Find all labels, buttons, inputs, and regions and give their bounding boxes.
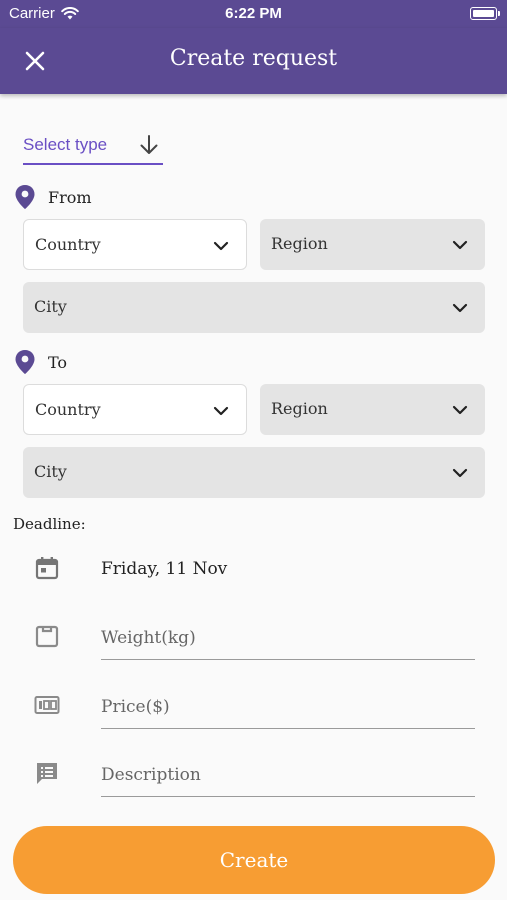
page-title: Create request — [169, 46, 338, 71]
deadline-label: Deadline: — [13, 515, 86, 533]
type-selector-label: Select type — [23, 135, 108, 154]
description-icon — [37, 763, 57, 784]
deadline-date[interactable]: Friday, 11 Nov — [101, 559, 227, 579]
from-city-dropdown[interactable]: City — [23, 282, 485, 333]
to-city-dropdown[interactable]: City — [23, 447, 485, 498]
to-label: To — [48, 352, 68, 372]
status-bar: Carrier 6:22 PM — [0, 0, 507, 28]
to-region-text: Region — [271, 399, 328, 418]
price-placeholder: Price($) — [101, 697, 170, 717]
description-placeholder: Description — [101, 765, 201, 785]
from-country-dropdown[interactable]: Country — [23, 219, 247, 270]
create-button[interactable]: Create — [13, 826, 495, 894]
from-country-text: Country — [35, 235, 101, 254]
weight-icon — [35, 625, 59, 648]
to-country-dropdown[interactable]: Country — [23, 384, 247, 435]
calendar-icon — [35, 557, 59, 580]
description-field[interactable]: Description — [101, 757, 475, 797]
type-selector[interactable]: Select type — [23, 130, 163, 165]
from-city-text: City — [34, 297, 67, 316]
status-time: 6:22 PM — [225, 5, 282, 22]
chevron-down-icon — [213, 406, 229, 416]
from-region-dropdown[interactable]: Region — [260, 219, 485, 270]
to-city-text: City — [34, 462, 67, 481]
weight-field[interactable]: Weight(kg) — [101, 620, 475, 660]
location-pin-icon — [15, 185, 35, 209]
chevron-down-icon — [213, 241, 229, 251]
to-country-text: Country — [35, 400, 101, 419]
from-region-text: Region — [271, 234, 328, 253]
chevron-down-icon — [452, 405, 468, 415]
chevron-down-icon — [452, 468, 468, 478]
chevron-down-icon — [452, 240, 468, 250]
arrow-down-icon — [140, 135, 158, 154]
price-icon — [34, 696, 60, 714]
to-region-dropdown[interactable]: Region — [260, 384, 485, 435]
weight-placeholder: Weight(kg) — [101, 628, 196, 648]
from-label: From — [48, 187, 92, 207]
chevron-down-icon — [452, 303, 468, 313]
to-header: To — [14, 349, 67, 375]
app-bar: Create request — [0, 28, 507, 94]
battery-icon — [470, 7, 500, 20]
price-field[interactable]: Price($) — [101, 689, 475, 729]
location-pin-icon — [15, 350, 35, 374]
from-header: From — [14, 184, 92, 210]
